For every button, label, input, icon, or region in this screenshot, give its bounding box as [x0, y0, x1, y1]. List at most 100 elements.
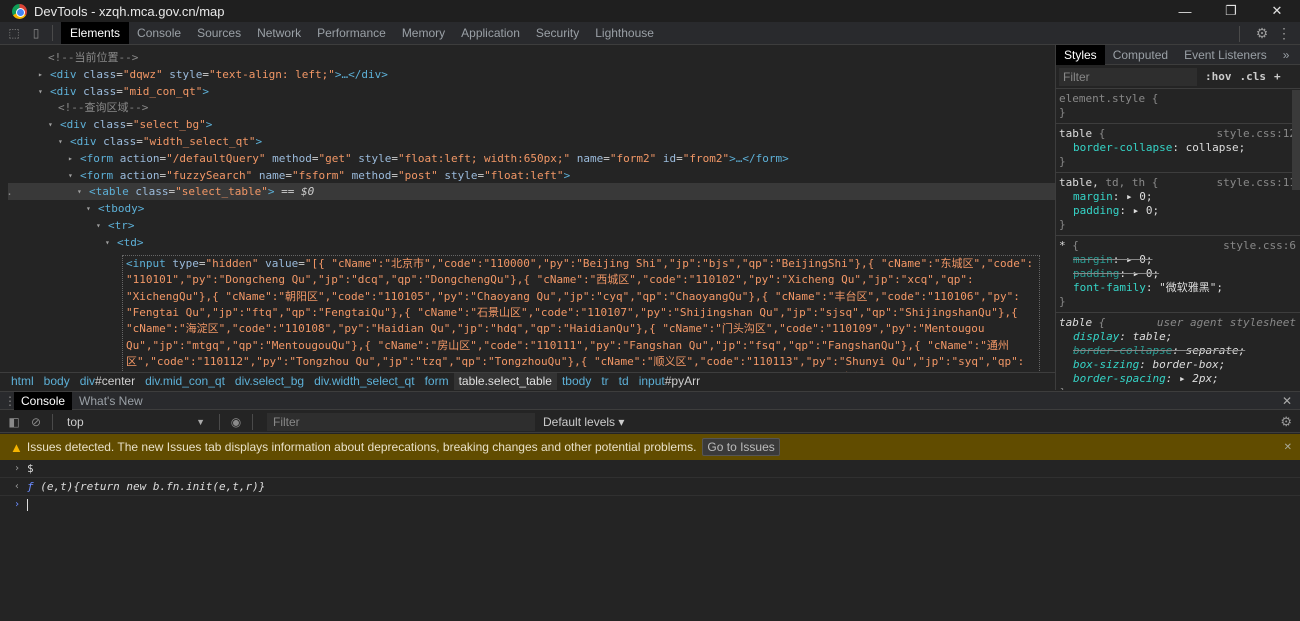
tab-performance[interactable]: Performance	[309, 22, 394, 44]
hov-toggle[interactable]: :hov	[1205, 70, 1232, 83]
elements-dom-tree[interactable]: <input type="hidden" value="[{ "cName":"…	[8, 45, 1055, 372]
input-element-node[interactable]: <input type="hidden" value="[{ "cName":"…	[122, 255, 1040, 372]
context-selector[interactable]: top ▼	[61, 415, 211, 429]
breadcrumb-item[interactable]: div.mid_con_qt	[140, 373, 230, 390]
css-property[interactable]: border-collapse: collapse;	[1059, 141, 1296, 155]
css-rule[interactable]: table {style.css:12 border-collapse: coll…	[1056, 124, 1300, 173]
close-window-button[interactable]: ✕	[1254, 0, 1300, 22]
more-options-icon[interactable]: ⋮	[1276, 25, 1292, 42]
tab-console[interactable]: Console	[129, 22, 189, 44]
property-value: border-box;	[1152, 358, 1226, 371]
tab-application[interactable]: Application	[453, 22, 528, 44]
new-rule-button[interactable]: +	[1274, 70, 1281, 83]
dom-node[interactable]: ▾ <td>	[8, 234, 1055, 251]
styles-scrollbar[interactable]	[1292, 90, 1300, 190]
css-property[interactable]: display: table;	[1059, 330, 1296, 344]
css-property[interactable]: margin: ▸ 0;	[1059, 253, 1296, 267]
breadcrumb-item[interactable]: table.select_table	[453, 373, 557, 390]
rule-source-link[interactable]: style.css:11	[1217, 176, 1296, 190]
dom-node[interactable]: ▾ <div class="width_select_qt">	[8, 133, 1055, 150]
live-expression-eye-icon[interactable]: ◉	[228, 415, 244, 429]
drawer-tab-what-s-new[interactable]: What's New	[72, 392, 150, 410]
breadcrumb-item[interactable]: div#center	[75, 373, 140, 390]
css-property[interactable]: box-sizing: border-box;	[1059, 358, 1296, 372]
device-toolbar-icon[interactable]: ▯	[28, 26, 44, 40]
close-drawer-icon[interactable]: ✕	[1282, 394, 1292, 408]
tab-lighthouse[interactable]: Lighthouse	[587, 22, 662, 44]
console-settings-gear-icon[interactable]: ⚙	[1280, 414, 1292, 430]
node-markup: <form action="fuzzySearch" name="fsform"…	[80, 168, 571, 182]
breadcrumb-item[interactable]: body	[39, 373, 75, 390]
restore-button[interactable]: ❐	[1208, 0, 1254, 22]
breadcrumb-item[interactable]: html	[6, 373, 39, 390]
tab-elements[interactable]: Elements	[61, 22, 130, 44]
rule-source-link[interactable]: style.css:6	[1223, 239, 1296, 253]
rule-source-link[interactable]: style.css:12	[1217, 127, 1296, 141]
dom-node[interactable]: <!--查询区域-->	[8, 99, 1055, 116]
console-prompt[interactable]: ›	[0, 496, 1300, 514]
collapse-arrow-icon[interactable]: ▾	[58, 133, 63, 150]
tab-sources[interactable]: Sources	[189, 22, 249, 44]
collapse-arrow-icon[interactable]: ▾	[77, 183, 82, 200]
go-to-issues-button[interactable]: Go to Issues	[702, 438, 780, 456]
breadcrumb-item[interactable]: tbody	[557, 373, 596, 390]
expand-arrow-icon[interactable]: ▸	[38, 66, 43, 83]
drawer-tab-console[interactable]: Console	[14, 391, 73, 410]
selected-dom-node[interactable]: … ▾ <table class="select_table"> == $0	[8, 183, 1055, 201]
css-property[interactable]: border-collapse: separate;	[1059, 344, 1296, 358]
dom-node[interactable]: ▾ <div class="mid_con_qt">	[8, 83, 1055, 100]
css-rule[interactable]: * {style.css:6 margin: ▸ 0; padding: ▸ 0; f…	[1056, 236, 1300, 313]
css-property[interactable]: padding: ▸ 0;	[1059, 204, 1296, 218]
dom-node[interactable]: ▸ <div class="dqwz" style="text-align: le…	[8, 66, 1055, 83]
styles-filter-input[interactable]: Filter	[1059, 67, 1197, 86]
dom-node[interactable]: <!--当前位置-->	[8, 49, 1055, 66]
clear-console-icon[interactable]: ⊘	[28, 415, 44, 429]
dom-node[interactable]: ▸ <form action="/defaultQuery" method="ge…	[8, 150, 1055, 167]
collapse-arrow-icon[interactable]: ▾	[38, 83, 43, 100]
css-property[interactable]: margin: ▸ 0;	[1059, 190, 1296, 204]
css-rule[interactable]: table {user agent stylesheet display: tab…	[1056, 313, 1300, 390]
css-property[interactable]: font-family: "微软雅黑";	[1059, 281, 1296, 295]
collapse-arrow-icon[interactable]: ▾	[48, 116, 53, 133]
breadcrumb-label: td	[618, 374, 629, 388]
property-name: margin	[1073, 190, 1113, 203]
dom-node[interactable]: ▾ <form action="fuzzySearch" name="fsform…	[8, 167, 1055, 184]
breadcrumb-item[interactable]: input#pyArr	[634, 373, 705, 390]
show-sidebar-icon[interactable]: ◧	[6, 415, 22, 429]
dom-node[interactable]: ▾ <div class="select_bg">	[8, 116, 1055, 133]
close-warning-icon[interactable]: ✕	[1284, 442, 1292, 453]
collapse-arrow-icon[interactable]: ▾	[86, 200, 91, 217]
element-style-rule[interactable]: element.style {}	[1056, 89, 1300, 124]
styles-tab-event-listeners[interactable]: Event Listeners	[1176, 45, 1275, 65]
tab-network[interactable]: Network	[249, 22, 309, 44]
collapse-arrow-icon[interactable]: ▾	[96, 217, 101, 234]
breadcrumb-item[interactable]: td	[614, 373, 634, 390]
collapse-arrow-icon[interactable]: ▾	[68, 167, 73, 184]
css-rule[interactable]: table, td, th {style.css:11 margin: ▸ 0; p…	[1056, 173, 1300, 236]
minimize-button[interactable]: —	[1162, 0, 1208, 22]
styles-tab-more[interactable]: »	[1275, 45, 1298, 65]
breadcrumb-item[interactable]: tr	[596, 373, 613, 390]
css-property[interactable]: padding: ▸ 0;	[1059, 267, 1296, 281]
console-filter-input[interactable]: Filter	[267, 412, 535, 431]
inspect-element-icon[interactable]: ⬚	[6, 26, 22, 40]
css-property[interactable]: border-spacing: ▸ 2px;	[1059, 372, 1296, 386]
node-markup: <div class="select_bg">	[60, 118, 213, 132]
styles-tab-styles[interactable]: Styles	[1056, 45, 1105, 65]
log-levels-dropdown[interactable]: Default levels ▾	[543, 415, 624, 429]
rule-source-link[interactable]: user agent stylesheet	[1157, 316, 1296, 330]
styles-tab-computed[interactable]: Computed	[1105, 45, 1176, 65]
settings-gear-icon[interactable]: ⚙	[1254, 25, 1270, 42]
node-actions-icon[interactable]: …	[8, 183, 11, 200]
tab-memory[interactable]: Memory	[394, 22, 453, 44]
breadcrumb-item[interactable]: div.select_bg	[230, 373, 309, 390]
breadcrumb-item[interactable]: form	[420, 373, 454, 390]
expand-arrow-icon[interactable]: ▸	[68, 150, 73, 167]
breadcrumb-item[interactable]: div.width_select_qt	[309, 373, 420, 390]
collapse-arrow-icon[interactable]: ▾	[105, 234, 110, 251]
dom-node[interactable]: ▾ <tr>	[8, 217, 1055, 234]
cls-toggle[interactable]: .cls	[1240, 70, 1267, 83]
drawer-menu-icon[interactable]: ⋮	[4, 394, 16, 408]
dom-node[interactable]: ▾ <tbody>	[8, 200, 1055, 217]
tab-security[interactable]: Security	[528, 22, 587, 44]
